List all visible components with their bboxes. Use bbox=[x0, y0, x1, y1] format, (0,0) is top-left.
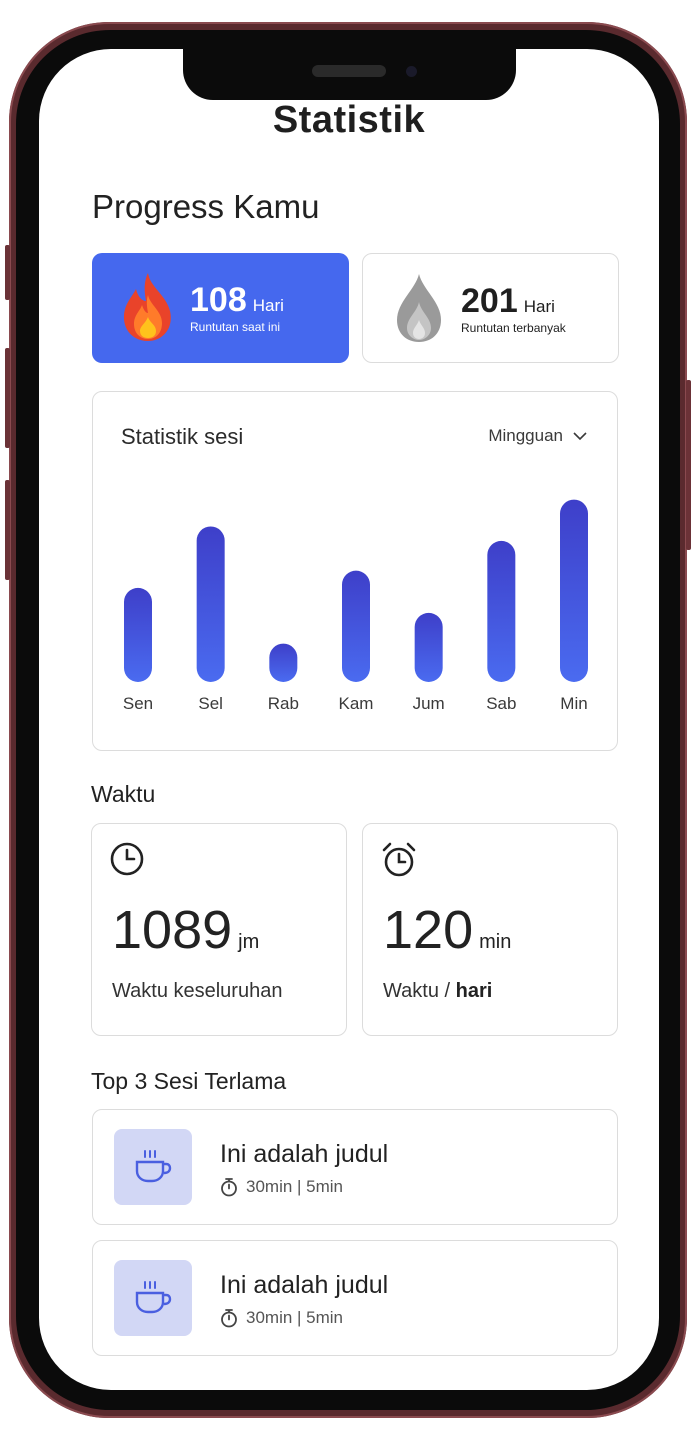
current-streak-label: Runtutan saat ini bbox=[190, 320, 281, 334]
session-duration: 30min | 5min bbox=[246, 1177, 344, 1196]
current-streak-value: 108 Hari bbox=[190, 281, 284, 319]
daily-time-label: Waktu / hari bbox=[383, 980, 493, 1002]
camera bbox=[406, 66, 417, 77]
bar-label-sel: Sel bbox=[198, 694, 223, 713]
speaker bbox=[312, 65, 386, 77]
session-meta: 30min | 5min bbox=[220, 1177, 343, 1197]
coffee-cup-icon bbox=[135, 1281, 172, 1314]
bar-label-min: Min bbox=[560, 694, 587, 713]
coffee-cup-icon bbox=[135, 1150, 172, 1183]
bar-sab bbox=[487, 540, 516, 682]
session-item[interactable]: Ini adalah judul 30min | 5min bbox=[92, 1109, 618, 1225]
best-streak-unit: Hari bbox=[523, 297, 555, 316]
bar-label-kam: Kam bbox=[339, 694, 374, 713]
bar-sel bbox=[196, 526, 225, 682]
period-dropdown-label: Mingguan bbox=[488, 426, 563, 445]
best-streak-card[interactable]: 201 Hari Runtutan terbanyak bbox=[362, 253, 619, 363]
top-sessions-heading: Top 3 Sesi Terlama bbox=[91, 1068, 287, 1094]
fire-icon bbox=[123, 273, 171, 341]
current-streak-unit: Hari bbox=[252, 296, 284, 315]
daily-time-value: 120 min bbox=[383, 900, 512, 960]
clock-icon bbox=[110, 842, 144, 876]
page-title: Statistik bbox=[272, 99, 426, 141]
best-streak-label: Runtutan terbanyak bbox=[461, 321, 566, 335]
period-dropdown[interactable]: Mingguan bbox=[488, 426, 587, 446]
progress-heading: Progress Kamu bbox=[92, 188, 320, 225]
session-duration: 30min | 5min bbox=[246, 1308, 344, 1327]
total-time-value: 1089 jm bbox=[112, 900, 260, 960]
drop-icon bbox=[397, 274, 441, 342]
alarm-clock-icon bbox=[382, 842, 416, 877]
session-stats-title: Statistik sesi bbox=[121, 424, 244, 449]
bar-label-sab: Sab bbox=[486, 694, 516, 713]
session-stats-card: Statistik sesi Mingguan Sen Sel Rab Kam Jum S… bbox=[92, 391, 618, 751]
side-button bbox=[5, 245, 10, 300]
session-item[interactable]: Ini adalah judul 30min | 5min bbox=[92, 1240, 618, 1356]
best-streak-value: 201 Hari bbox=[461, 282, 555, 320]
bar-kam bbox=[342, 570, 370, 682]
session-bar-chart: Sen Sel Rab Kam Jum Sab Min bbox=[123, 499, 588, 713]
daily-time-card: 120 min Waktu / hari bbox=[362, 823, 618, 1036]
session-title: Ini adalah judul bbox=[220, 1271, 389, 1299]
screen: Statistik Progress Kamu 108 Hari Runtutan… bbox=[39, 49, 659, 1390]
stopwatch-icon bbox=[221, 1178, 237, 1197]
side-button bbox=[5, 480, 10, 580]
stopwatch-icon bbox=[221, 1309, 237, 1328]
total-time-unit: jm bbox=[238, 931, 260, 953]
total-time-card: 1089 jm Waktu keseluruhan bbox=[91, 823, 347, 1036]
session-meta: 30min | 5min bbox=[220, 1308, 343, 1328]
time-heading: Waktu bbox=[91, 781, 156, 807]
bar-jum bbox=[414, 612, 443, 682]
daily-time-unit: min bbox=[479, 931, 512, 953]
session-title: Ini adalah judul bbox=[220, 1140, 389, 1168]
bar-label-jum: Jum bbox=[413, 694, 445, 713]
current-streak-card[interactable]: 108 Hari Runtutan saat ini bbox=[92, 253, 349, 363]
notch bbox=[183, 49, 516, 100]
bar-min bbox=[560, 499, 588, 682]
bar-sen bbox=[124, 587, 152, 682]
bar-label-rab: Rab bbox=[268, 694, 299, 713]
total-time-label: Waktu keseluruhan bbox=[112, 980, 283, 1002]
side-button bbox=[686, 380, 691, 550]
bar-rab bbox=[269, 643, 298, 682]
side-button bbox=[5, 348, 10, 448]
chevron-down-icon bbox=[573, 431, 587, 440]
session-thumbnail bbox=[114, 1260, 192, 1336]
bar-label-sen: Sen bbox=[123, 694, 153, 713]
session-thumbnail bbox=[114, 1129, 192, 1205]
